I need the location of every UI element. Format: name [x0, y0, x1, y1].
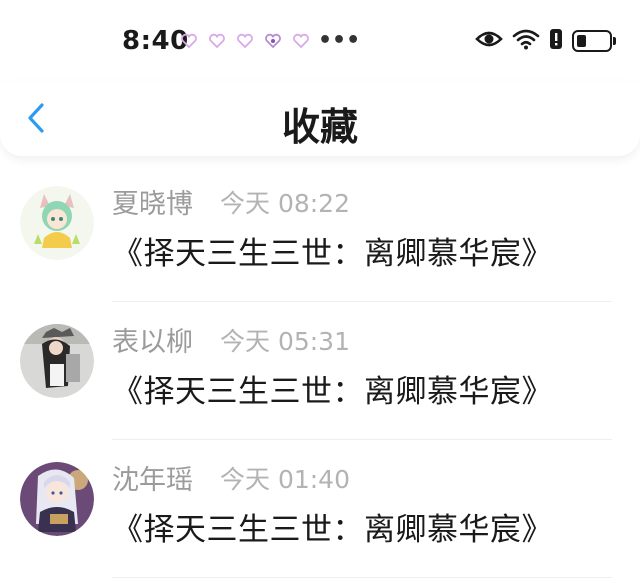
- nav-header: 收藏: [0, 82, 640, 156]
- heart-icon: [264, 33, 282, 49]
- battery-icon: [572, 30, 616, 52]
- avatar[interactable]: [20, 462, 94, 536]
- list-item[interactable]: 沈年瑶 今天 01:40 《择天三生三世：离卿慕华宸》: [0, 440, 640, 578]
- page-title: 收藏: [281, 105, 358, 149]
- avatar[interactable]: [20, 186, 94, 260]
- divider: [112, 577, 612, 578]
- sender-name: 表以柳: [112, 327, 193, 358]
- status-bar: 8:40 •••: [0, 0, 640, 82]
- heart-icon: [292, 33, 310, 49]
- list-item[interactable]: 夏晓博 今天 08:22 《择天三生三世：离卿慕华宸》: [0, 164, 640, 302]
- status-time: 8:40: [122, 26, 189, 56]
- timestamp: 今天 01:40: [220, 465, 350, 494]
- heart-icon: [208, 33, 226, 49]
- favorites-list: 夏晓博 今天 08:22 《择天三生三世：离卿慕华宸》 表以柳 今天 05:31…: [0, 164, 640, 578]
- battery-level: [577, 35, 586, 47]
- message-text[interactable]: 《择天三生三世：离卿慕华宸》: [112, 504, 553, 549]
- more-notifications-icon: •••: [318, 28, 361, 53]
- avatar[interactable]: [20, 324, 94, 398]
- heart-icon: [180, 33, 198, 49]
- status-icons: [475, 28, 616, 54]
- alert-icon: [549, 28, 563, 54]
- message-text[interactable]: 《择天三生三世：离卿慕华宸》: [112, 228, 553, 273]
- timestamp: 今天 08:22: [220, 189, 350, 218]
- wifi-icon: [512, 28, 540, 54]
- timestamp: 今天 05:31: [220, 327, 350, 356]
- heart-icon: [236, 33, 254, 49]
- sender-name: 夏晓博: [112, 189, 193, 220]
- sender-name: 沈年瑶: [112, 465, 193, 496]
- eye-icon: [475, 29, 503, 53]
- status-hearts: [180, 33, 310, 49]
- message-text[interactable]: 《择天三生三世：离卿慕华宸》: [112, 366, 553, 411]
- list-item[interactable]: 表以柳 今天 05:31 《择天三生三世：离卿慕华宸》: [0, 302, 640, 440]
